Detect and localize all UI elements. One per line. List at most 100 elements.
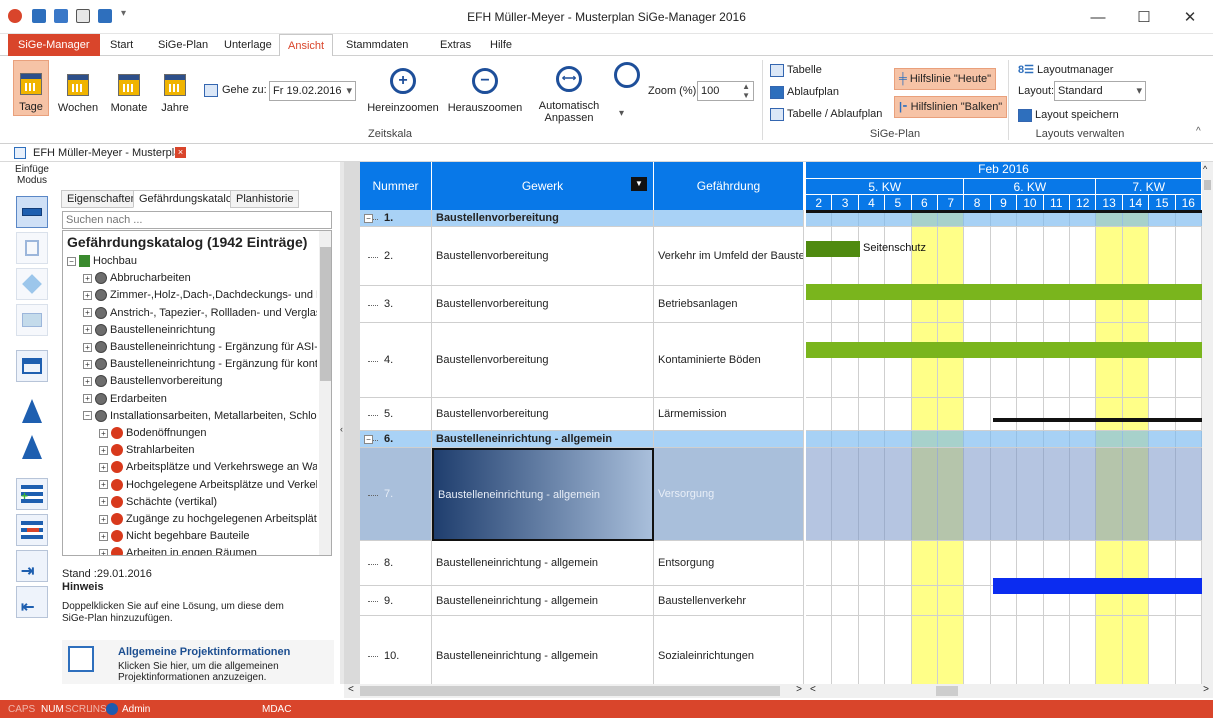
expand-icon[interactable]: + (83, 308, 92, 318)
tab-planhistorie[interactable]: Planhistorie (230, 190, 300, 208)
layoutmanager-button[interactable]: 8☰ Layoutmanager (1018, 60, 1113, 80)
expand-icon[interactable]: + (99, 428, 108, 438)
table-hscroll-thumb[interactable] (360, 686, 780, 696)
collapse-icon[interactable]: − (67, 256, 76, 266)
minimize-button[interactable]: — (1075, 0, 1121, 34)
expand-icon[interactable]: + (99, 445, 108, 455)
outdent-tool[interactable]: ⇤ (16, 586, 48, 618)
gantt-row[interactable] (806, 448, 1202, 541)
auto-fit-button[interactable]: ⟷ Automatisch Anpassen (532, 60, 606, 126)
tree-scrollbar[interactable] (319, 231, 331, 555)
expand-icon[interactable]: + (99, 531, 108, 541)
tree-item[interactable]: + Zimmer-,Holz-,Dach-,Dachdeckungs- und K… (83, 287, 317, 304)
column-header-gefaehrdung[interactable]: Gefährdung (654, 162, 804, 210)
tab-gefaehrdungskatalog[interactable]: Gefährdungskatalog (133, 190, 245, 208)
add-row-tool[interactable]: + (16, 478, 48, 510)
tree-item[interactable]: + Hochgelegene Arbeitsplätze und Verkehrs… (99, 477, 317, 494)
expand-icon[interactable]: + (83, 376, 92, 386)
hilfslinie-heute-button[interactable]: ╪ Hilfslinie "Heute" (894, 68, 997, 90)
expand-icon[interactable]: + (99, 548, 108, 555)
tree-item[interactable]: + Arbeitsplätze und Verkehrswege an Wasse… (99, 459, 317, 476)
cone-up-tool[interactable] (16, 396, 48, 428)
tree-item[interactable]: + Anstrich-, Tapezier-, Rollladen- und Ve… (83, 305, 317, 322)
cell-gewerk[interactable]: Baustelleneinrichtung - allgemein (432, 431, 654, 448)
column-header-nummer[interactable]: Nummer (360, 162, 432, 210)
tree-item[interactable]: + Abbrucharbeiten (83, 270, 317, 287)
cone-down-tool[interactable] (16, 432, 48, 464)
tab-unterlage[interactable]: Unterlage (216, 34, 280, 56)
cell-gewerk[interactable]: Baustellenvorbereitung (432, 227, 654, 286)
scroll-right-icon[interactable]: > (796, 684, 802, 695)
collapse-ribbon-icon[interactable]: ^ (1196, 126, 1201, 137)
tree-item[interactable]: + Schächte (vertikal) (99, 494, 317, 511)
catalog-search-input[interactable] (62, 211, 332, 229)
close-button[interactable]: ✕ (1167, 0, 1213, 34)
gantt-summary-bar-1[interactable] (806, 210, 1202, 213)
tree-item[interactable]: − Installationsarbeiten, Metallarbeiten, … (83, 408, 317, 425)
cell-gefaehrdung[interactable] (654, 210, 804, 227)
delete-row-tool[interactable] (16, 514, 48, 546)
scroll-left-icon[interactable]: < (810, 684, 816, 695)
spinner-icon[interactable]: ▲ ▼ (742, 82, 753, 100)
tab-start[interactable]: Start (102, 34, 141, 56)
tree-item[interactable]: + Baustelleneinrichtung (83, 322, 317, 339)
scroll-up-icon[interactable]: ^ (1203, 164, 1207, 174)
tab-hilfe[interactable]: Hilfe (482, 34, 520, 56)
collapse-icon[interactable]: − (364, 214, 373, 223)
cell-gefaehrdung[interactable]: Sozialeinrichtungen (654, 616, 804, 684)
gantt-bar-kontaminierte-boeden[interactable] (806, 342, 1202, 358)
gantt-bar-seitenschutz[interactable] (806, 241, 860, 257)
cell-gefaehrdung[interactable]: Kontaminierte Böden (654, 323, 804, 398)
tree-item[interactable]: + Arbeiten in engen Räumen (99, 545, 317, 555)
cell-gewerk[interactable]: Baustelleneinrichtung - allgemein (432, 586, 654, 616)
layout-select[interactable]: Standard ▾ (1054, 81, 1146, 101)
tab-sige-manager[interactable]: SiGe-Manager (8, 34, 100, 56)
tab-sige-plan[interactable]: SiGe-Plan (150, 34, 216, 56)
tab-eigenschaften[interactable]: Eigenschaften (61, 190, 143, 208)
insert-bar-tool[interactable] (16, 196, 48, 228)
gantt-row[interactable] (806, 398, 1202, 431)
filter-dropdown-icon[interactable]: ▼ (631, 177, 647, 191)
zoom-out-button[interactable]: − Herauszoomen (442, 60, 528, 116)
cell-gefaehrdung[interactable]: Lärmemission (654, 398, 804, 431)
wochen-button[interactable]: Wochen (56, 60, 100, 116)
expand-icon[interactable]: + (83, 359, 92, 369)
tree-item[interactable]: + Baustelleneinrichtung - Ergänzung für k… (83, 356, 317, 373)
cell-gefaehrdung[interactable]: Baustellenverkehr (654, 586, 804, 616)
cell-gewerk[interactable]: Baustellenvorbereitung (432, 323, 654, 398)
scroll-left-icon[interactable]: < (348, 684, 354, 695)
gantt-row[interactable] (806, 616, 1202, 684)
column-header-gewerk[interactable]: Gewerk ▼ (432, 162, 654, 210)
close-document-icon[interactable]: × (175, 147, 186, 158)
expand-icon[interactable]: + (99, 497, 108, 507)
gantt-row[interactable] (806, 227, 1202, 286)
row-tool[interactable] (16, 350, 48, 382)
zoom-in-button[interactable]: + Hereinzoomen (367, 60, 439, 116)
gantt-hscrollbar[interactable]: < > (806, 684, 1213, 698)
expand-icon[interactable]: + (83, 325, 92, 335)
tage-button[interactable]: Tage (13, 60, 49, 116)
expand-icon[interactable]: + (99, 462, 108, 472)
tab-ansicht[interactable]: Ansicht (279, 34, 334, 57)
project-info-box[interactable]: Allgemeine Projektinformationen Klicken … (62, 640, 334, 684)
tabelle-ablaufplan-button[interactable]: Tabelle / Ablaufplan (770, 104, 882, 124)
cell-gefaehrdung[interactable]: Betriebsanlagen (654, 286, 804, 323)
table-hscrollbar[interactable]: < > (344, 684, 806, 698)
collapse-icon[interactable]: − (83, 411, 92, 421)
tree-item[interactable]: + Erdarbeiten (83, 391, 317, 408)
vertical-scroll-thumb[interactable] (1204, 180, 1211, 190)
tree-item[interactable]: + Baustellenvorbereitung (83, 373, 317, 390)
gantt-hscroll-thumb[interactable] (936, 686, 958, 696)
cell-gefaehrdung[interactable]: Verkehr im Umfeld der Bauste (654, 227, 804, 286)
document-tab-title[interactable]: EFH Müller-Meyer - Musterplan (33, 147, 186, 159)
indent-tool[interactable]: ⇥ (16, 550, 48, 582)
insert-image-tool[interactable] (16, 304, 48, 336)
layout-save-button[interactable]: Layout speichern (1018, 105, 1119, 125)
ablaufplan-button[interactable]: Ablaufplan (770, 82, 839, 102)
zoom-dropdown-icon[interactable]: ▾ (619, 108, 624, 119)
scroll-right-icon[interactable]: > (1203, 684, 1209, 695)
cell-gewerk[interactable]: Baustelleneinrichtung - allgemein (432, 448, 654, 541)
expand-icon[interactable]: + (99, 480, 108, 490)
cell-gewerk[interactable]: Baustellenvorbereitung (432, 210, 654, 227)
cell-nummer[interactable]: 10. (360, 616, 432, 684)
